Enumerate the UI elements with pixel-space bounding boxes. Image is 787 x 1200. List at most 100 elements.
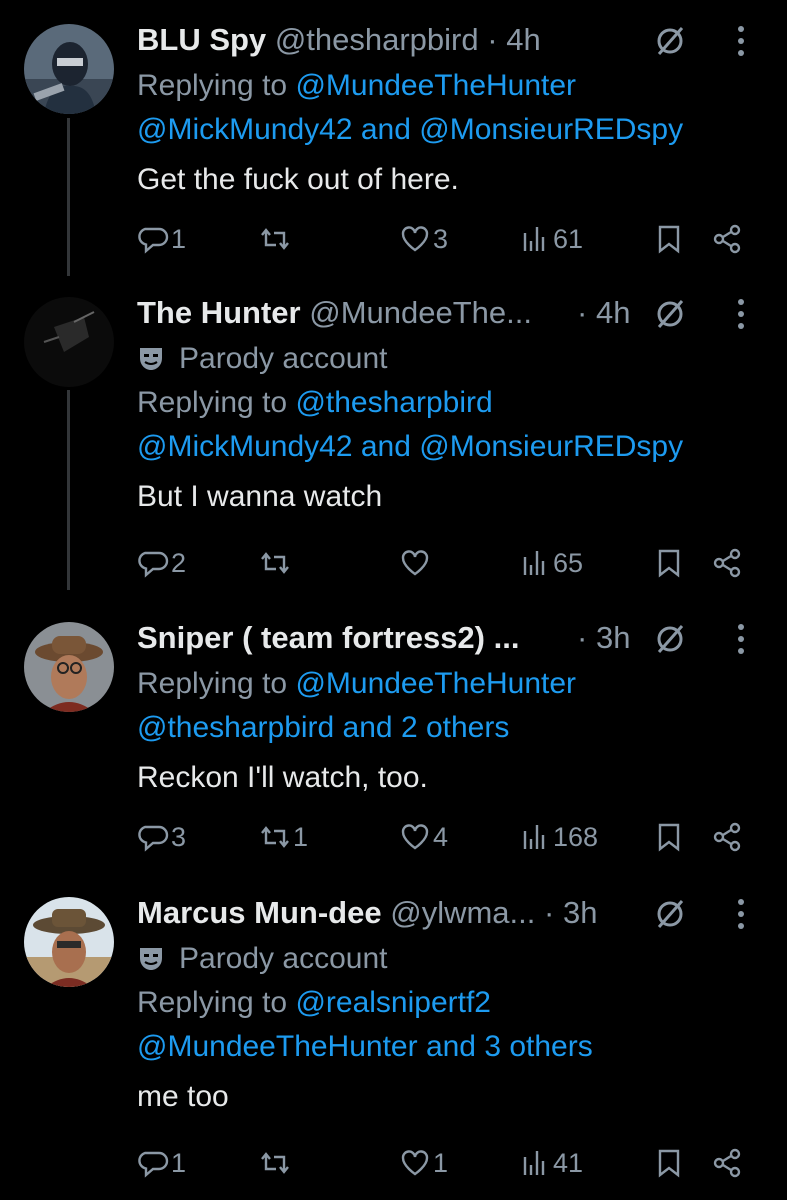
- tweet[interactable]: Marcus Mun-dee @ylwma... · 3h Parody acc…: [0, 893, 787, 1193]
- tweet-text: But I wanna watch: [137, 480, 383, 513]
- tweet-header: BLU Spy @thesharpbird · 4h: [137, 20, 787, 64]
- like-button[interactable]: [399, 543, 433, 583]
- mention-link[interactable]: @thesharpbird and 2 others: [137, 706, 787, 750]
- views-button[interactable]: 61: [519, 219, 583, 259]
- views-icon: [523, 227, 545, 251]
- tweet-text: me too: [137, 1080, 229, 1113]
- reply-icon: [138, 227, 169, 254]
- tweet[interactable]: Sniper ( team fortress2) ... · 3h Replyi…: [0, 618, 787, 868]
- share-button[interactable]: [711, 817, 743, 857]
- display-name[interactable]: BLU Spy: [137, 22, 266, 57]
- bookmark-button[interactable]: [653, 817, 685, 857]
- share-button[interactable]: [711, 1143, 743, 1183]
- view-count: 65: [553, 547, 584, 578]
- mention-link[interactable]: @MickMundy42 and @MonsieurREDspy: [137, 108, 787, 152]
- replying-to: Replying to @MundeeTheHunter: [137, 64, 787, 108]
- like-icon: [401, 824, 429, 850]
- view-count: 168: [553, 821, 599, 852]
- like-button[interactable]: 4: [399, 817, 448, 857]
- timestamp[interactable]: 3h: [596, 620, 630, 655]
- user-handle[interactable]: @thesharpbird: [275, 22, 479, 57]
- like-button[interactable]: 3: [399, 219, 448, 259]
- retweet-button[interactable]: [259, 1143, 293, 1183]
- share-icon: [713, 1148, 741, 1178]
- bookmark-button[interactable]: [653, 1143, 685, 1183]
- bookmark-button[interactable]: [653, 543, 685, 583]
- views-button[interactable]: 65: [519, 543, 583, 583]
- timestamp[interactable]: 4h: [596, 295, 630, 330]
- separator-dot: ·: [577, 620, 588, 655]
- more-icon[interactable]: [735, 22, 747, 60]
- grok-icon[interactable]: [653, 622, 687, 656]
- parody-text: Parody account: [179, 342, 388, 375]
- share-button[interactable]: [711, 219, 743, 259]
- reply-button[interactable]: 2: [137, 543, 186, 583]
- replying-to: Replying to @thesharpbird: [137, 381, 787, 425]
- reply-count: 1: [171, 223, 187, 254]
- mention-link[interactable]: @MundeeTheHunter: [295, 69, 576, 102]
- reply-count: 1: [171, 1147, 187, 1178]
- parody-label: Parody account: [137, 337, 787, 381]
- reply-icon: [138, 1151, 169, 1178]
- retweet-button[interactable]: [259, 543, 293, 583]
- mention-link[interactable]: @MundeeTheHunter: [295, 667, 576, 700]
- replying-to-label: Replying to: [137, 69, 296, 102]
- view-count: 41: [553, 1147, 584, 1178]
- parody-text: Parody account: [179, 942, 388, 975]
- action-bar: 2 65: [137, 543, 787, 583]
- separator-dot: ·: [577, 295, 588, 330]
- like-count: 3: [433, 223, 449, 254]
- reply-button[interactable]: 1: [137, 219, 186, 259]
- share-icon: [713, 822, 741, 852]
- avatar[interactable]: [24, 297, 114, 387]
- grok-icon[interactable]: [653, 297, 687, 331]
- timestamp[interactable]: 3h: [563, 895, 597, 930]
- more-icon[interactable]: [735, 895, 747, 933]
- parody-label: Parody account: [137, 937, 787, 981]
- retweet-icon: [261, 552, 289, 574]
- action-bar: 1 1 41: [137, 1143, 787, 1183]
- retweet-button[interactable]: [259, 219, 293, 259]
- mention-link[interactable]: @realsnipertf2: [295, 986, 491, 1019]
- share-button[interactable]: [711, 543, 743, 583]
- reply-count: 2: [171, 547, 187, 578]
- tweet-header: Marcus Mun-dee @ylwma... · 3h: [137, 893, 787, 937]
- reply-button[interactable]: 3: [137, 817, 186, 857]
- bookmark-button[interactable]: [653, 219, 685, 259]
- display-name[interactable]: Sniper ( team fortress2) ...: [137, 620, 519, 655]
- replying-to: Replying to @MundeeTheHunter: [137, 662, 787, 706]
- user-handle[interactable]: @MundeeThe...: [309, 295, 532, 330]
- display-name[interactable]: Marcus Mun-dee: [137, 895, 382, 930]
- timestamp[interactable]: 4h: [506, 22, 540, 57]
- display-name[interactable]: The Hunter: [137, 295, 301, 330]
- avatar[interactable]: [24, 897, 114, 987]
- like-button[interactable]: 1: [399, 1143, 448, 1183]
- retweet-button[interactable]: 1: [259, 817, 308, 857]
- reply-count: 3: [171, 821, 187, 852]
- tweet[interactable]: The Hunter @MundeeThe... · 4h Parody acc…: [0, 293, 787, 593]
- separator-dot: ·: [487, 22, 498, 57]
- tweet-text: Get the fuck out of here.: [137, 163, 459, 196]
- replying-to: Replying to @realsnipertf2: [137, 981, 787, 1025]
- tweet[interactable]: BLU Spy @thesharpbird · 4h Replying to @…: [0, 20, 787, 270]
- reply-button[interactable]: 1: [137, 1143, 186, 1183]
- bookmark-icon: [658, 823, 680, 852]
- views-button[interactable]: 168: [519, 817, 598, 857]
- parody-mask-icon: [140, 948, 162, 970]
- mention-link[interactable]: @MundeeTheHunter and 3 others: [137, 1025, 787, 1069]
- reply-icon: [138, 551, 169, 578]
- avatar[interactable]: [24, 622, 114, 712]
- views-button[interactable]: 41: [519, 1143, 583, 1183]
- replying-to-label: Replying to: [137, 386, 296, 419]
- action-bar: 3 1 4 168: [137, 817, 787, 857]
- user-handle[interactable]: @ylwma...: [390, 895, 535, 930]
- avatar[interactable]: [24, 24, 114, 114]
- grok-icon[interactable]: [653, 897, 687, 931]
- mention-link[interactable]: @thesharpbird: [295, 386, 492, 419]
- grok-icon[interactable]: [653, 24, 687, 58]
- like-icon: [401, 1150, 429, 1176]
- mention-link[interactable]: @MickMundy42 and @MonsieurREDspy: [137, 425, 787, 469]
- more-icon[interactable]: [735, 295, 747, 333]
- more-icon[interactable]: [735, 620, 747, 658]
- tweet-header: The Hunter @MundeeThe... · 4h: [137, 293, 787, 337]
